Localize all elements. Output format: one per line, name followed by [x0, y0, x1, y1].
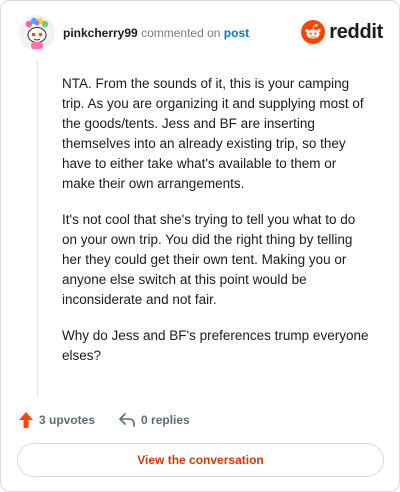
reddit-logo-icon: [301, 20, 326, 44]
user-avatar[interactable]: [19, 15, 55, 51]
reply-button[interactable]: 0 replies: [119, 413, 190, 427]
action-text: commented on: [141, 26, 221, 40]
post-link[interactable]: post: [224, 26, 249, 40]
upvote-arrow-icon: [19, 412, 33, 428]
comment-embed-card: pinkcherry99 commented on post reddit NT…: [0, 0, 400, 492]
upvote-button[interactable]: 3 upvotes: [19, 412, 95, 428]
snoo-avatar-icon: [19, 15, 55, 51]
comment-paragraph: It's not cool that she's trying to tell …: [62, 212, 356, 307]
comment-meta: pinkcherry99 commented on post: [63, 26, 249, 40]
reply-count: 0 replies: [141, 413, 190, 427]
thread-line: [37, 61, 38, 397]
comment-paragraph: Why do Jess and BF's preferences trump e…: [62, 328, 369, 363]
comment-paragraph: NTA. From the sounds of it, this is your…: [62, 76, 364, 191]
comment-body: NTA. From the sounds of it, this is your…: [62, 74, 372, 382]
username-link[interactable]: pinkcherry99: [63, 26, 138, 40]
upvote-count: 3 upvotes: [39, 413, 96, 427]
view-conversation-button[interactable]: View the conversation: [17, 443, 384, 477]
reply-arrow-icon: [119, 413, 135, 427]
brand-name: reddit: [329, 20, 383, 43]
comment-header: pinkcherry99 commented on post reddit: [19, 15, 383, 53]
reddit-brand-link[interactable]: reddit: [301, 19, 383, 45]
comment-actions: 3 upvotes 0 replies: [19, 410, 214, 430]
